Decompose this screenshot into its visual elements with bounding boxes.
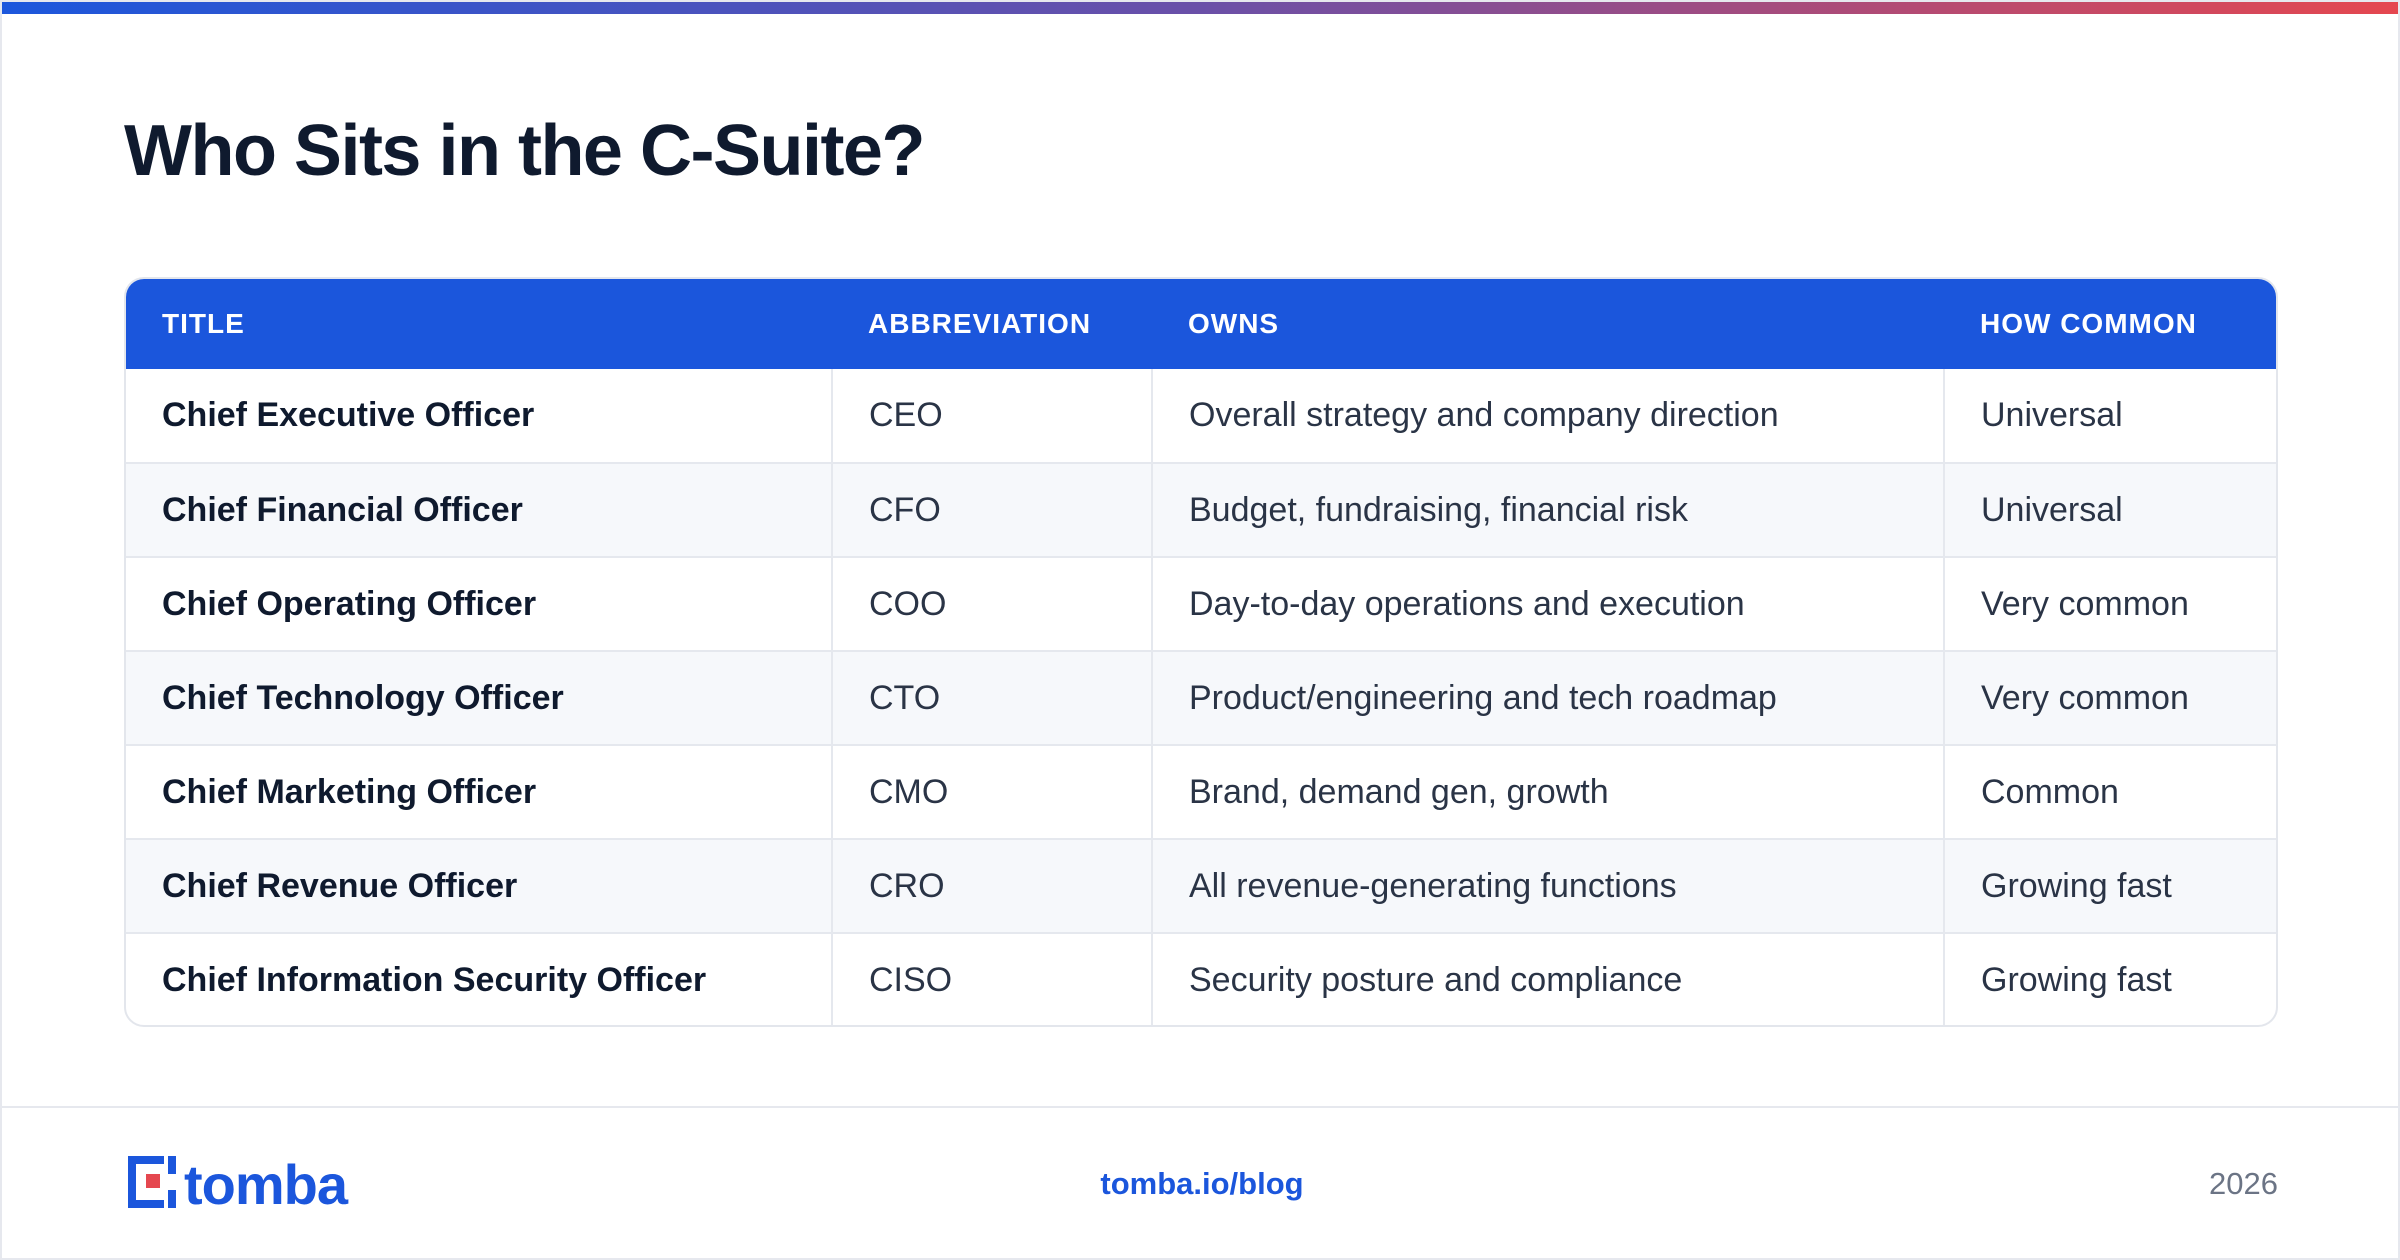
row-owns: All revenue-generating functions [1151,838,1944,933]
row-title: Chief Financial Officer [126,462,832,557]
table-row: Chief Information Security Officer CISO … [126,932,2276,1025]
footer-year: 2026 [2209,1166,2278,1201]
row-owns: Day-to-day operations and execution [1151,556,1944,651]
row-title: Chief Revenue Officer [126,838,832,933]
row-abbreviation: CMO [831,744,1152,839]
row-title: Chief Information Security Officer [126,932,832,1025]
table-row: Chief Revenue Officer CRO All revenue-ge… [126,838,2276,933]
row-title: Chief Operating Officer [126,556,832,651]
c-suite-table: TITLE ABBREVIATION OWNS HOW COMMON Chief… [124,277,2278,1027]
row-how-common: Very common [1943,650,2276,745]
column-header-owns: OWNS [1188,308,1280,339]
row-title: Chief Marketing Officer [126,744,832,839]
table-row: Chief Marketing Officer CMO Brand, deman… [126,744,2276,839]
row-abbreviation: CFO [831,462,1152,557]
row-how-common: Common [1943,744,2276,839]
page-title: Who Sits in the C-Suite? [124,111,925,191]
table-row: Chief Executive Officer CEO Overall stra… [126,369,2276,463]
column-header-how-common: HOW COMMON [1980,308,2197,339]
row-how-common: Universal [1943,369,2276,463]
row-abbreviation: CEO [831,369,1152,463]
row-abbreviation: CRO [831,838,1152,933]
row-owns: Product/engineering and tech roadmap [1151,650,1944,745]
row-owns: Security posture and compliance [1151,932,1944,1025]
row-abbreviation: COO [831,556,1152,651]
row-owns: Brand, demand gen, growth [1151,744,1944,839]
row-how-common: Growing fast [1943,838,2276,933]
column-header-title: TITLE [162,308,245,339]
top-gradient-stripe [2,2,2398,14]
row-abbreviation: CISO [831,932,1152,1025]
column-header-abbreviation: ABBREVIATION [868,308,1092,339]
row-how-common: Universal [1943,462,2276,557]
row-owns: Overall strategy and company direction [1151,369,1944,463]
footer-divider [2,1106,2398,1108]
table-header-row: TITLE ABBREVIATION OWNS HOW COMMON [126,279,2276,369]
row-title: Chief Technology Officer [126,650,832,745]
row-owns: Budget, fundraising, financial risk [1151,462,1944,557]
row-how-common: Growing fast [1943,932,2276,1025]
table-row: Chief Technology Officer CTO Product/eng… [126,650,2276,745]
blog-link[interactable]: tomba.io/blog [2,1166,2400,1202]
row-title: Chief Executive Officer [162,396,535,434]
table-row: Chief Financial Officer CFO Budget, fund… [126,462,2276,557]
row-how-common: Very common [1943,556,2276,651]
row-abbreviation: CTO [831,650,1152,745]
slide: Who Sits in the C-Suite? TITLE ABBREVIAT… [0,0,2400,1260]
table-row: Chief Operating Officer COO Day-to-day o… [126,556,2276,651]
